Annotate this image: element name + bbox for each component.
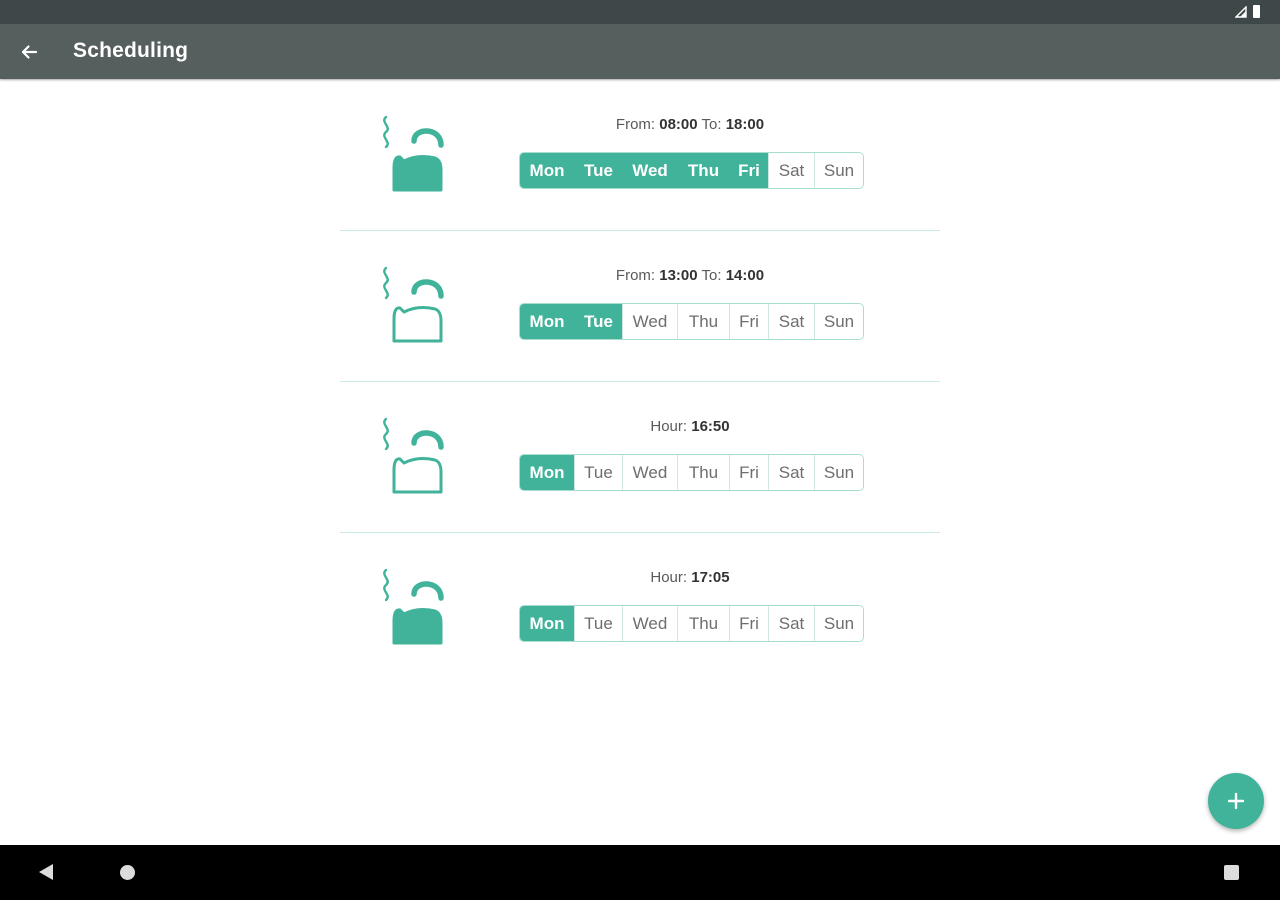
schedule-item[interactable]: From: 08:00 To: 18:00 Mon Tue Wed Thu Fri Sat S… — [340, 80, 940, 231]
day-toggle-sat[interactable]: Sat — [768, 455, 814, 490]
weekday-selector: Mon Tue Wed Thu Fri Sat Sun — [519, 605, 864, 642]
schedule-time-label: Hour: 16:50 — [518, 418, 862, 435]
time-value-end: 14:00 — [725, 267, 765, 284]
arrow-back-icon — [21, 45, 38, 59]
schedule-item[interactable]: Hour: 17:05 Mon Tue Wed Thu Fri Sat Sun — [340, 533, 940, 684]
day-toggle-mon[interactable]: Mon — [520, 606, 574, 641]
day-toggle-sat[interactable]: Sat — [768, 606, 814, 641]
schedule-time-label: Hour: 17:05 — [518, 569, 862, 586]
day-toggle-tue[interactable]: Tue — [574, 304, 622, 339]
day-toggle-wed[interactable]: Wed — [622, 455, 677, 490]
day-toggle-fri[interactable]: Fri — [729, 153, 768, 188]
schedule-list: From: 08:00 To: 18:00 Mon Tue Wed Thu Fri Sat S… — [340, 80, 940, 684]
time-value-start: 16:50 — [691, 418, 730, 435]
status-bar — [0, 0, 1280, 24]
time-value-start: 13:00 — [659, 267, 698, 284]
kettle-icon — [383, 568, 444, 645]
day-toggle-tue[interactable]: Tue — [574, 455, 622, 490]
day-toggle-wed[interactable]: Wed — [622, 304, 677, 339]
day-toggle-wed[interactable]: Wed — [622, 606, 677, 641]
time-label-prefix: From: — [615, 116, 660, 133]
kettle-icon — [383, 115, 444, 192]
day-toggle-mon[interactable]: Mon — [520, 455, 574, 490]
time-label-prefix: Hour: — [650, 569, 692, 586]
day-toggle-thu[interactable]: Thu — [677, 304, 729, 339]
day-toggle-sun[interactable]: Sun — [814, 153, 863, 188]
time-value-end: 18:00 — [725, 116, 765, 133]
day-toggle-fri[interactable]: Fri — [729, 455, 768, 490]
kettle-icon — [383, 417, 444, 494]
nav-recents-icon[interactable] — [1224, 865, 1239, 880]
time-label-prefix: From: — [615, 267, 660, 284]
day-toggle-tue[interactable]: Tue — [574, 606, 622, 641]
nav-home-icon[interactable] — [120, 865, 135, 880]
time-label-prefix: Hour: — [650, 418, 692, 435]
day-toggle-sat[interactable]: Sat — [768, 304, 814, 339]
day-toggle-thu[interactable]: Thu — [677, 455, 729, 490]
time-value-start: 17:05 — [691, 569, 730, 586]
nav-back-icon[interactable] — [38, 863, 54, 881]
schedule-item[interactable]: Hour: 16:50 Mon Tue Wed Thu Fri Sat Sun — [340, 382, 940, 533]
schedule-item[interactable]: From: 13:00 To: 14:00 Mon Tue Wed Thu Fri Sat S… — [340, 231, 940, 382]
weekday-selector: Mon Tue Wed Thu Fri Sat Sun — [519, 303, 864, 340]
time-value-start: 08:00 — [659, 116, 698, 133]
add-schedule-button[interactable] — [1208, 773, 1264, 829]
battery-icon — [1253, 5, 1260, 18]
signal-icon — [1235, 5, 1247, 18]
day-toggle-thu[interactable]: Thu — [677, 606, 729, 641]
app-bar: Scheduling — [0, 24, 1280, 79]
day-toggle-sun[interactable]: Sun — [814, 606, 863, 641]
weekday-selector: Mon Tue Wed Thu Fri Sat Sun — [519, 454, 864, 491]
day-toggle-fri[interactable]: Fri — [729, 304, 768, 339]
day-toggle-tue[interactable]: Tue — [574, 153, 622, 188]
kettle-icon — [383, 266, 444, 343]
schedule-time-label: From: 08:00 To: 18:00 — [518, 116, 862, 133]
weekday-selector: Mon Tue Wed Thu Fri Sat Sun — [519, 152, 864, 189]
day-toggle-wed[interactable]: Wed — [622, 153, 677, 188]
day-toggle-sun[interactable]: Sun — [814, 455, 863, 490]
day-toggle-sun[interactable]: Sun — [814, 304, 863, 339]
day-toggle-sat[interactable]: Sat — [768, 153, 814, 188]
schedule-time-label: From: 13:00 To: 14:00 — [518, 267, 862, 284]
day-toggle-mon[interactable]: Mon — [520, 153, 574, 188]
page-title: Scheduling — [73, 39, 189, 62]
time-label-to: To: — [697, 116, 726, 133]
plus-icon — [1227, 792, 1245, 810]
back-button[interactable] — [12, 35, 46, 69]
day-toggle-fri[interactable]: Fri — [729, 606, 768, 641]
status-icons — [1235, 5, 1260, 18]
system-nav-bar — [0, 845, 1280, 900]
day-toggle-mon[interactable]: Mon — [520, 304, 574, 339]
time-label-to: To: — [697, 267, 726, 284]
day-toggle-thu[interactable]: Thu — [677, 153, 729, 188]
